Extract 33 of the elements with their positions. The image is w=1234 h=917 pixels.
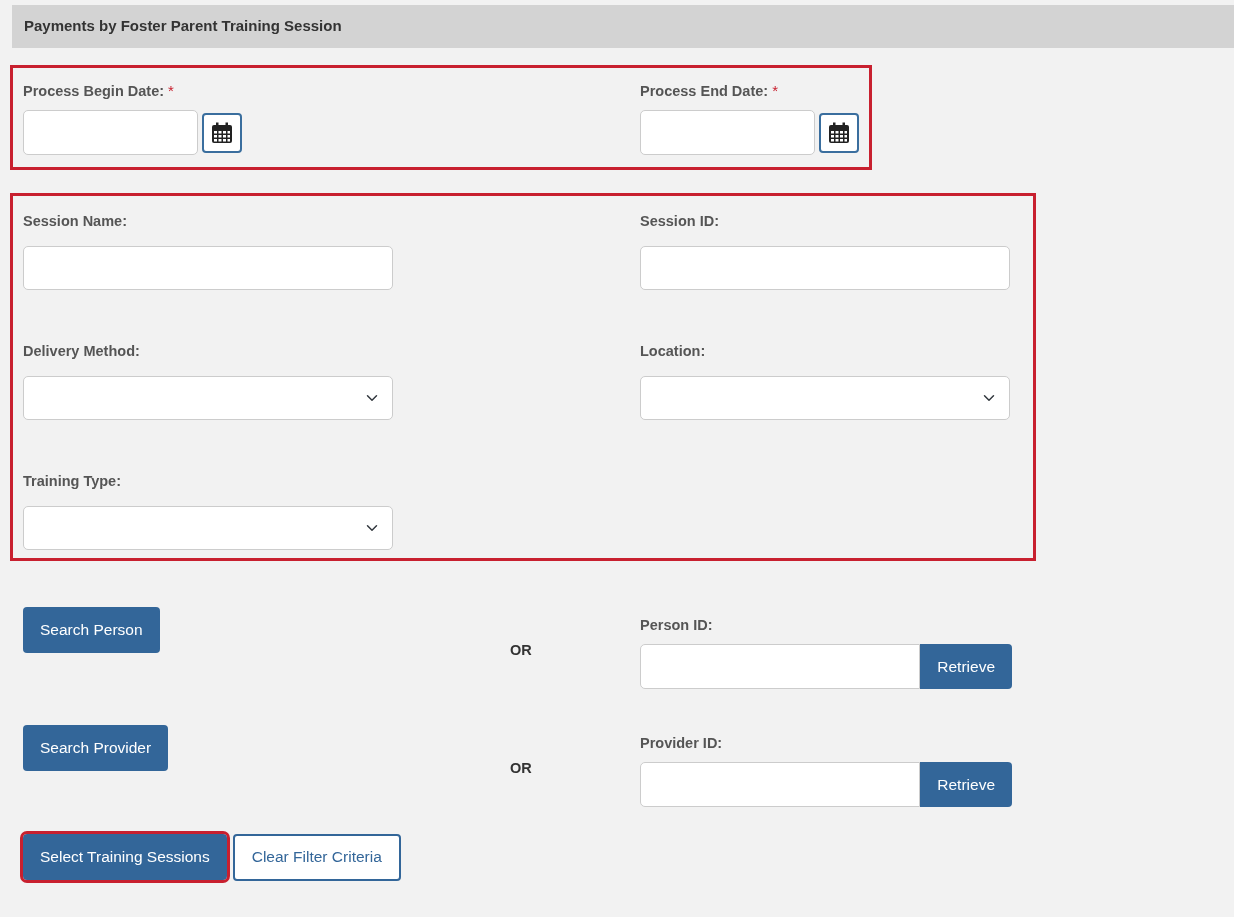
- calendar-button[interactable]: [202, 112, 242, 153]
- field-label: Location:: [640, 342, 706, 361]
- calendar-icon: [828, 121, 850, 144]
- id-field[interactable]: [640, 762, 921, 808]
- text-field[interactable]: [23, 246, 393, 290]
- field-label: Session Name:: [23, 212, 127, 232]
- field-label: Process End Date:: [640, 81, 769, 101]
- field-label: Process Begin Date:: [23, 81, 165, 101]
- id-field[interactable]: [640, 644, 921, 690]
- section-title: Payments by Foster Parent Training Session: [12, 5, 1234, 48]
- date-field[interactable]: [640, 110, 815, 156]
- field-label: Delivery Method:: [23, 342, 140, 361]
- field-label: Training Type:: [23, 471, 122, 491]
- field-label: Person ID:: [640, 615, 713, 635]
- required-marker: *: [168, 81, 174, 99]
- dropdown-field[interactable]: [23, 375, 393, 420]
- or-label: OR: [510, 640, 532, 660]
- retrieve-button[interactable]: Retrieve: [920, 644, 1012, 690]
- dropdown-field[interactable]: [640, 375, 1010, 420]
- select-button[interactable]: Select Training Sessions: [23, 833, 227, 880]
- required-marker: *: [772, 81, 778, 99]
- retrieve-button[interactable]: Retrieve: [920, 762, 1012, 808]
- calendar-button[interactable]: [819, 112, 859, 153]
- search-button[interactable]: Search Provider: [23, 724, 169, 771]
- field-label: Provider ID:: [640, 733, 723, 753]
- text-field[interactable]: [640, 246, 1010, 290]
- dropdown-field[interactable]: [23, 505, 393, 550]
- date-field[interactable]: [23, 110, 198, 156]
- field-label: Session ID:: [640, 212, 719, 232]
- search-button[interactable]: Search Person: [23, 606, 160, 653]
- or-label: OR: [510, 758, 532, 778]
- clear-button[interactable]: Clear Filter Criteria: [232, 833, 401, 881]
- calendar-icon: [211, 121, 233, 144]
